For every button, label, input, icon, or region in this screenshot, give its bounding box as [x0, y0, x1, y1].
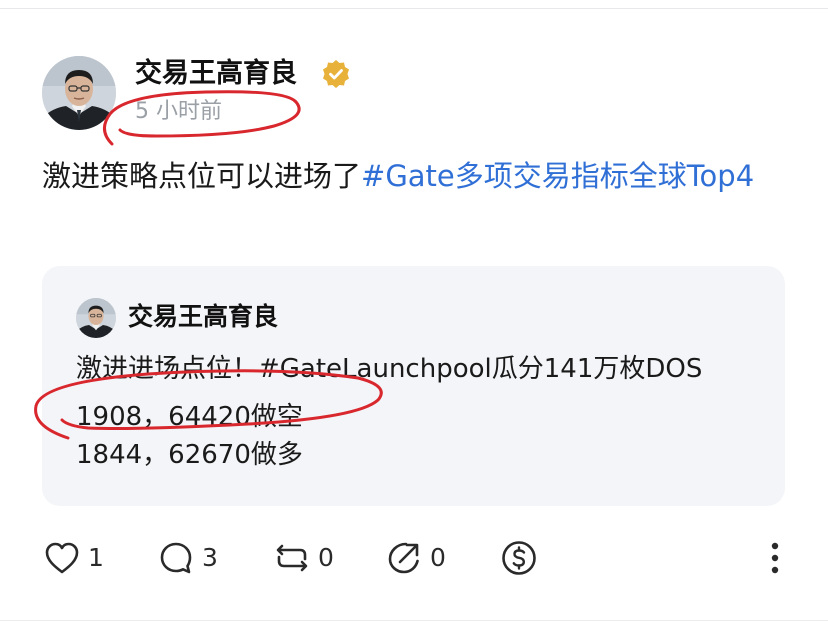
post-timestamp: 5 小时前: [135, 99, 222, 124]
comment-bubble-icon: [160, 542, 192, 574]
author-name[interactable]: 交易王高育良: [135, 56, 297, 92]
post-text-body: 激进策略点位可以进场了: [42, 159, 362, 193]
share-count: 0: [430, 543, 446, 572]
repost-button[interactable]: 0: [274, 538, 334, 578]
like-count: 1: [88, 543, 104, 572]
hashtag-link[interactable]: #Gate多项交易指标全球Top4: [361, 159, 754, 193]
post-text: 激进策略点位可以进场了#Gate多项交易指标全球Top4: [42, 152, 782, 200]
quoted-text-line-2: 1908，64420做空: [76, 402, 303, 432]
heart-icon: [45, 542, 79, 574]
quoted-author-name[interactable]: 交易王高育良: [128, 300, 278, 334]
repost-count: 0: [318, 543, 334, 572]
more-options-button[interactable]: [762, 538, 788, 578]
quoted-post-card[interactable]: 交易王高育良 激进进场点位！#GateLaunchpool瓜分141万枚DOS …: [42, 266, 785, 506]
quoted-text-line-1: 激进进场点位！#GateLaunchpool瓜分141万枚DOS: [76, 354, 703, 384]
author-avatar[interactable]: [42, 56, 116, 130]
share-icon: [388, 542, 419, 574]
quoted-author-avatar[interactable]: [76, 298, 116, 338]
post-page: 交易王高育良 5 小时前 激进策略点位可以进场了#Gate多项交易指标全球Top…: [0, 0, 828, 632]
repost-icon: [276, 544, 308, 572]
tip-button[interactable]: [500, 538, 538, 578]
top-divider: [0, 8, 828, 9]
comment-button[interactable]: 3: [158, 538, 218, 578]
like-button[interactable]: 1: [44, 538, 104, 578]
share-button[interactable]: 0: [386, 538, 446, 578]
bottom-divider: [0, 620, 828, 621]
tip-dollar-icon: [502, 541, 536, 575]
more-vertical-icon: [771, 542, 779, 574]
comment-count: 3: [202, 543, 218, 572]
verified-badge-icon: [323, 60, 349, 88]
quoted-text-line-3: 1844，62670做多: [76, 440, 303, 470]
